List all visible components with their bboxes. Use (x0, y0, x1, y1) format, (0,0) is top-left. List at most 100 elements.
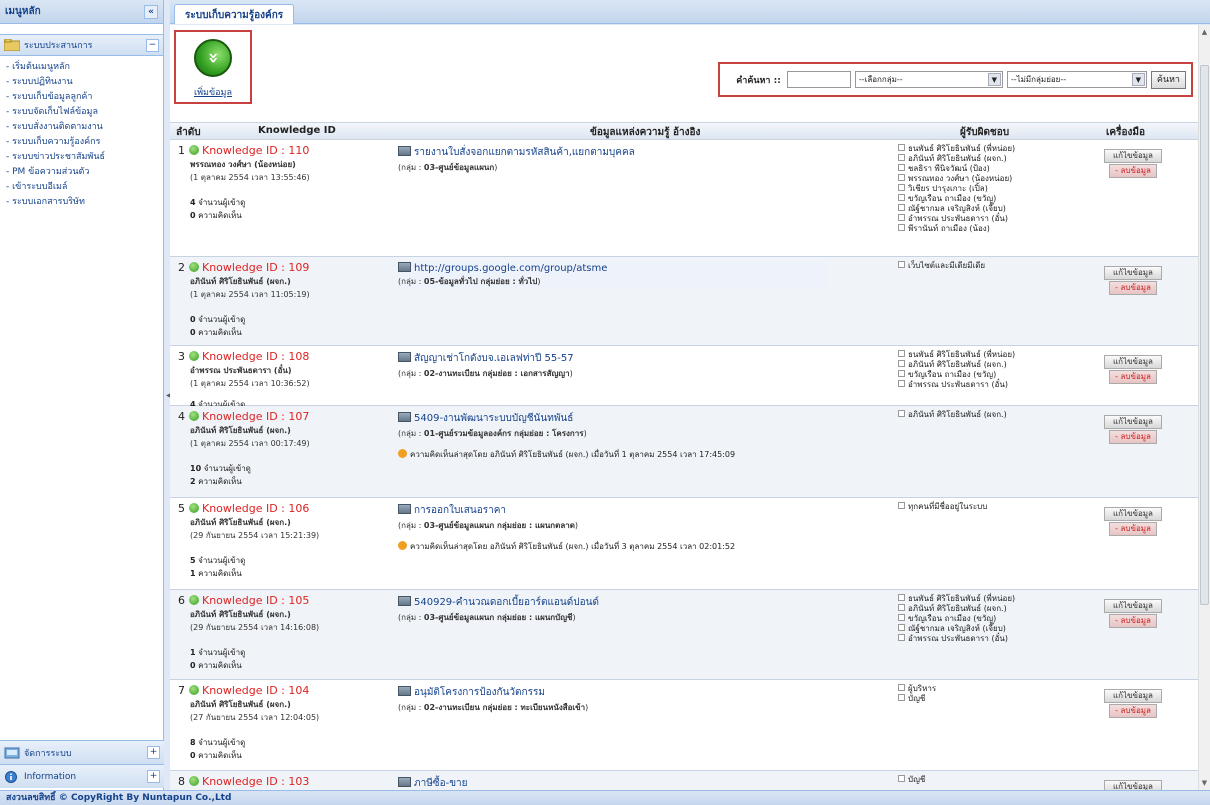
knowledge-id-link[interactable]: Knowledge ID : 105 (202, 594, 309, 607)
main-menu: - เริ่มต้นเมนูหลัก - ระบบปฏิทินงาน - ระบ… (0, 56, 163, 214)
edit-button[interactable]: แก้ไขข้อมูล (1104, 415, 1162, 429)
source-title-link[interactable]: ภาษีซื้อ-ขาย (414, 778, 468, 789)
source-cell: การออกใบเสนอราคา (กลุ่ม : 03-ศูนย์ข้อมูลแ… (398, 503, 828, 532)
tab-knowledge[interactable]: ระบบเก็บความรู้องค์กร (174, 4, 295, 24)
menu-item-home[interactable]: - เริ่มต้นเมนูหลัก (6, 60, 157, 75)
checkbox-icon (898, 634, 905, 641)
edit-button[interactable]: แก้ไขข้อมูล (1104, 599, 1162, 613)
responsible-name: ทุกคนที่มีชื่ออยู่ในระบบ (908, 502, 988, 511)
responsible-item: ธนพันธ์ ศิริโยธินพันธ์ (พี่หน่อย) (898, 144, 1078, 154)
table-header: ลำดับ Knowledge ID ข้อมูลแหล่งความรู้ อ้… (170, 122, 1198, 140)
status-ok-icon (189, 685, 199, 695)
knowledge-id-link[interactable]: Knowledge ID : 106 (202, 502, 309, 515)
group-select[interactable]: --เลือกกลุ่ม-- ▼ (854, 71, 1003, 88)
responsible-name: พรรณทอง วงศ์ษา (น้องหน่อย) (908, 174, 1013, 183)
source-title-link[interactable]: 5409-งานพัฒนาระบบบัญชีนันทพันธ์ (414, 413, 573, 424)
responsible-item: ผู้บริหาร (898, 684, 1078, 694)
delete-button[interactable]: - ลบข้อมูล (1109, 164, 1157, 178)
comment-count-value: 0 (190, 751, 196, 760)
source-title-link[interactable]: การออกใบเสนอราคา (414, 505, 506, 516)
edit-button[interactable]: แก้ไขข้อมูล (1104, 355, 1162, 369)
menu-item-documents[interactable]: - ระบบเอกสารบริษัท (6, 195, 157, 210)
edit-button[interactable]: แก้ไขข้อมูล (1104, 149, 1162, 163)
knowledge-id-link[interactable]: Knowledge ID : 108 (202, 350, 309, 363)
visit-count: 4 จำนวนผู้เข้าดู (190, 196, 388, 209)
knowledge-id-link[interactable]: Knowledge ID : 109 (202, 261, 309, 274)
status-ok-icon (189, 145, 199, 155)
visit-count: 10 จำนวนผู้เข้าดู (190, 462, 388, 475)
source-cell: http://groups.google.com/group/atsme (กลุ… (398, 262, 828, 288)
checkbox-icon (898, 154, 905, 161)
source-title-link[interactable]: รายงานใบสั่งจอกแยกตามรหัสสินค้า,แยกตามบุ… (414, 147, 635, 158)
left-panel-title: เมนูหลัก (5, 6, 41, 17)
checkbox-icon (898, 380, 905, 387)
responsible-name: พีรานันท์ ถาเมือง (น้อง) (908, 224, 990, 233)
visit-count: 0 จำนวนผู้เข้าดู (190, 313, 388, 326)
knowledge-id-link[interactable]: Knowledge ID : 110 (202, 144, 309, 157)
group-suffix: ) (537, 277, 541, 286)
edit-button[interactable]: แก้ไขข้อมูล (1104, 266, 1162, 280)
expand-section-button[interactable]: + (147, 746, 160, 759)
group-prefix: (กลุ่ม : (398, 277, 424, 286)
group-name: 01-ศูนย์รวมข้อมูลองค์กร กลุ่มย่อย : โครง… (423, 429, 584, 438)
delete-button[interactable]: - ลบข้อมูล (1109, 430, 1157, 444)
menu-item-email[interactable]: - เข้าระบบอีเมล์ (6, 180, 157, 195)
accordion-section-information[interactable]: Information + (0, 764, 164, 788)
edit-button[interactable]: แก้ไขข้อมูล (1104, 507, 1162, 521)
menu-item-pm[interactable]: - PM ข้อความส่วนตัว (6, 165, 157, 180)
edit-button[interactable]: แก้ไขข้อมูล (1104, 780, 1162, 790)
vertical-scrollbar[interactable]: ▲ ▼ (1198, 25, 1210, 790)
responsible-item: พรรณทอง วงศ์ษา (น้องหน่อย) (898, 174, 1078, 184)
source-title-link[interactable]: http://groups.google.com/group/atsme (414, 263, 607, 274)
delete-button[interactable]: - ลบข้อมูล (1109, 704, 1157, 718)
menu-item-tasks[interactable]: - ระบบสั่งงานติดตามงาน (6, 120, 157, 135)
delete-button[interactable]: - ลบข้อมูล (1109, 522, 1157, 536)
subgroup-select[interactable]: --ไม่มีกลุ่มย่อย-- ▼ (1006, 71, 1147, 88)
chevron-down-icon[interactable]: ▼ (987, 73, 1001, 86)
row-number: 5 (178, 502, 185, 515)
delete-button[interactable]: - ลบข้อมูล (1109, 281, 1157, 295)
group-name: 02-งานทะเบียน กลุ่มย่อย : เอกสารสัญญา (423, 369, 570, 378)
expand-section-button[interactable]: + (147, 770, 160, 783)
accordion-section-system[interactable]: ระบบประสานการ − (0, 34, 163, 56)
knowledge-id-link[interactable]: Knowledge ID : 104 (202, 684, 309, 697)
source-title-link[interactable]: สัญญาเช่าโกดังบจ.เอเลฟท่าปี 55-57 (414, 353, 574, 364)
responsible-name: อำพรรณ ประพันธดารา (อั๋น) (908, 634, 1008, 643)
knowledge-id-link[interactable]: Knowledge ID : 103 (202, 775, 309, 788)
group-name: 02-งานทะเบียน กลุ่มย่อย : ทะเบียนหนังสือ… (423, 703, 586, 712)
search-input[interactable] (786, 71, 851, 88)
menu-item-calendar[interactable]: - ระบบปฏิทินงาน (6, 75, 157, 90)
visit-count-label: จำนวนผู้เข้าดู (198, 648, 246, 657)
scroll-up-icon[interactable]: ▲ (1199, 25, 1210, 39)
source-title-link[interactable]: อนุมัติโครงการป้องกันวัตกรรม (414, 687, 545, 698)
collapse-left-button[interactable]: « (144, 4, 158, 19)
row-number: 3 (178, 350, 185, 363)
add-data-label[interactable]: เพิ่มข้อมูล (176, 85, 250, 99)
menu-item-customers[interactable]: - ระบบเก็บข้อมูลลูกค้า (6, 90, 157, 105)
checkbox-icon (898, 370, 905, 377)
collapse-section-button[interactable]: − (146, 38, 159, 52)
visit-count-label: จำนวนผู้เข้าดู (198, 556, 246, 565)
knowledge-id-link[interactable]: Knowledge ID : 107 (202, 410, 309, 423)
source-title-link[interactable]: 540929-คำนวณดอกเบี้ยอาร์ตแอนด์ปอนด์ (414, 597, 599, 608)
add-icon: » (194, 39, 232, 77)
scrollbar-thumb[interactable] (1200, 65, 1209, 605)
menu-item-files[interactable]: - ระบบจัดเก็บไฟล์ข้อมูล (6, 105, 157, 120)
author-name: อำพรรณ ประพันธดารา (อั๋น) (190, 366, 292, 375)
delete-button[interactable]: - ลบข้อมูล (1109, 370, 1157, 384)
menu-item-news[interactable]: - ระบบข่าวประชาสัมพันธ์ (6, 150, 157, 165)
edit-button[interactable]: แก้ไขข้อมูล (1104, 689, 1162, 703)
group-suffix: ) (572, 613, 576, 622)
scroll-down-icon[interactable]: ▼ (1199, 776, 1210, 790)
visit-count: 5 จำนวนผู้เข้าดู (190, 554, 388, 567)
search-button[interactable]: ค้นหา (1150, 70, 1186, 89)
created-date: (1 ตุลาคม 2554 เวลา 10:36:52) (190, 379, 310, 388)
add-data-button[interactable]: » เพิ่มข้อมูล (174, 30, 252, 104)
menu-item-knowledge[interactable]: - ระบบเก็บความรู้องค์กร (6, 135, 157, 150)
source-cell: 540929-คำนวณดอกเบี้ยอาร์ตแอนด์ปอนด์ (กลุ่… (398, 595, 828, 624)
delete-button[interactable]: - ลบข้อมูล (1109, 614, 1157, 628)
document-icon (398, 777, 411, 787)
accordion-section-admin[interactable]: จัดการระบบ + (0, 740, 164, 764)
latest-comment: ความคิดเห็นล่าสุดโดย อภินันท์ ศิริโยธินพ… (398, 448, 735, 461)
chevron-down-icon[interactable]: ▼ (1131, 73, 1145, 86)
